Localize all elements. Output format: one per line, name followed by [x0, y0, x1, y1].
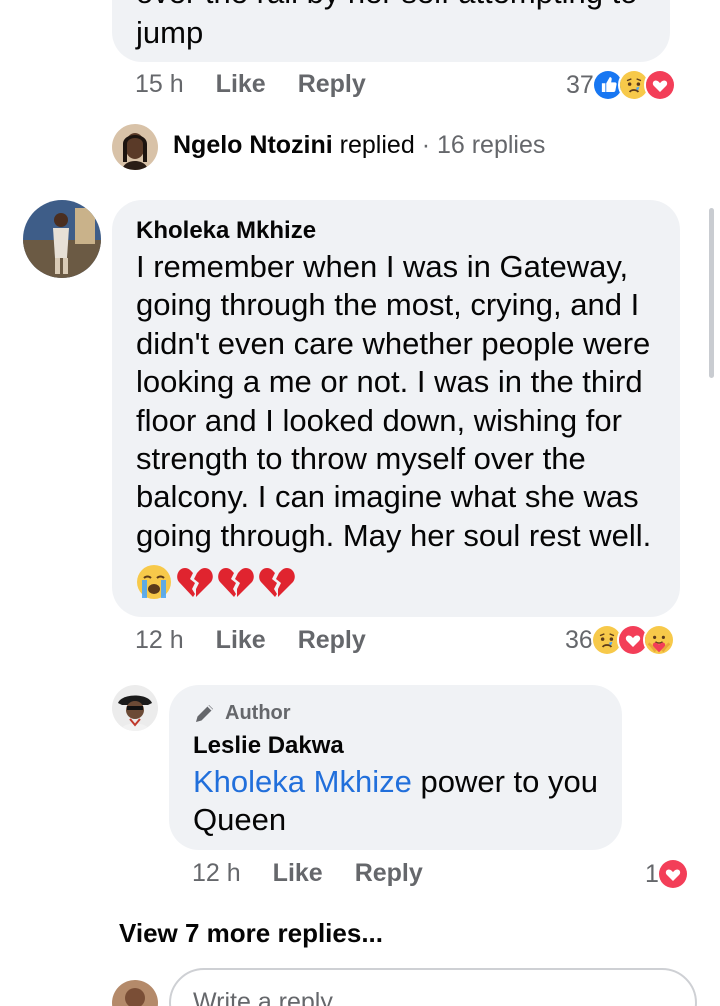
kholeka-comment-meta: 12 h Like Reply — [135, 626, 398, 655]
kholeka-comment-emojis — [136, 564, 295, 600]
leslie-reply-text-line1: power to you — [411, 764, 598, 799]
author-badge-label: Author — [225, 701, 291, 724]
replied-summary-separator: · — [421, 131, 431, 159]
leslie-reply-text: Kholeka Mkhize power to you Queen — [193, 763, 613, 840]
top-comment-text-last: jump — [136, 15, 204, 50]
top-comment-text-partial: over the rail by her self attempting to — [136, 0, 637, 12]
kholeka-comment-like-button[interactable]: Like — [216, 626, 266, 655]
kholeka-comment-reply-button[interactable]: Reply — [298, 626, 366, 655]
broken-heart-icon — [175, 564, 213, 600]
top-comment-reply-button[interactable]: Reply — [298, 70, 366, 99]
reply-composer-input[interactable]: Write a reply... — [169, 968, 697, 1006]
leslie-reply-text-line2: Queen — [193, 802, 287, 838]
love-icon — [656, 858, 689, 890]
scrollbar[interactable] — [709, 208, 714, 378]
kholeka-comment-time[interactable]: 12 h — [135, 626, 184, 655]
top-comment-bubble: over the rail by her self attempting to … — [112, 0, 670, 62]
kholeka-comment-text: I remember when I was in Gateway, going … — [136, 249, 652, 553]
view-more-replies-link[interactable]: View 7 more replies... — [119, 918, 383, 949]
leslie-reply-reactions[interactable]: 1 — [645, 858, 689, 890]
current-user-avatar — [112, 980, 158, 1006]
leslie-reply-meta: 12 h Like Reply — [192, 859, 455, 888]
top-comment-reaction-count: 37 — [566, 70, 594, 99]
care-icon — [642, 624, 675, 656]
replied-summary-name: Ngelo Ntozini — [173, 131, 333, 159]
mention-link[interactable]: Kholeka Mkhize — [193, 764, 412, 799]
pencil-icon — [193, 701, 217, 725]
author-badge: Author — [193, 701, 291, 725]
top-comment-meta: 15 h Like Reply — [135, 70, 398, 99]
leslie-reply-reply-button[interactable]: Reply — [355, 859, 423, 888]
top-comment-reactions[interactable]: 37 — [566, 69, 676, 101]
kholeka-comment-bubble: Kholeka Mkhize I remember when I was in … — [112, 200, 680, 617]
reply-composer-placeholder: Write a reply... — [193, 988, 352, 1006]
kholeka-comment-reaction-count: 36 — [565, 625, 593, 654]
leslie-reply-like-button[interactable]: Like — [273, 859, 323, 888]
kholeka-comment-author[interactable]: Kholeka Mkhize — [136, 217, 316, 245]
broken-heart-icon — [216, 564, 254, 600]
love-icon — [643, 69, 676, 101]
broken-heart-icon — [257, 564, 295, 600]
leslie-reply-bubble: Author Leslie Dakwa Kholeka Mkhize power… — [169, 685, 622, 850]
leslie-avatar[interactable] — [112, 685, 158, 731]
replied-summary[interactable]: Ngelo Ntozini replied · 16 replies — [173, 131, 545, 160]
top-comment-like-button[interactable]: Like — [216, 70, 266, 99]
crying-face-icon — [136, 564, 172, 600]
kholeka-comment-reactions[interactable]: 36 — [565, 624, 675, 656]
replied-summary-verb: replied — [339, 131, 415, 159]
replied-summary-count: 16 replies — [436, 131, 546, 159]
top-comment-time[interactable]: 15 h — [135, 70, 184, 99]
kholeka-avatar[interactable] — [23, 200, 101, 278]
ngelo-avatar[interactable] — [112, 124, 158, 170]
leslie-reply-time[interactable]: 12 h — [192, 859, 241, 888]
leslie-reply-author[interactable]: Leslie Dakwa — [193, 732, 344, 760]
